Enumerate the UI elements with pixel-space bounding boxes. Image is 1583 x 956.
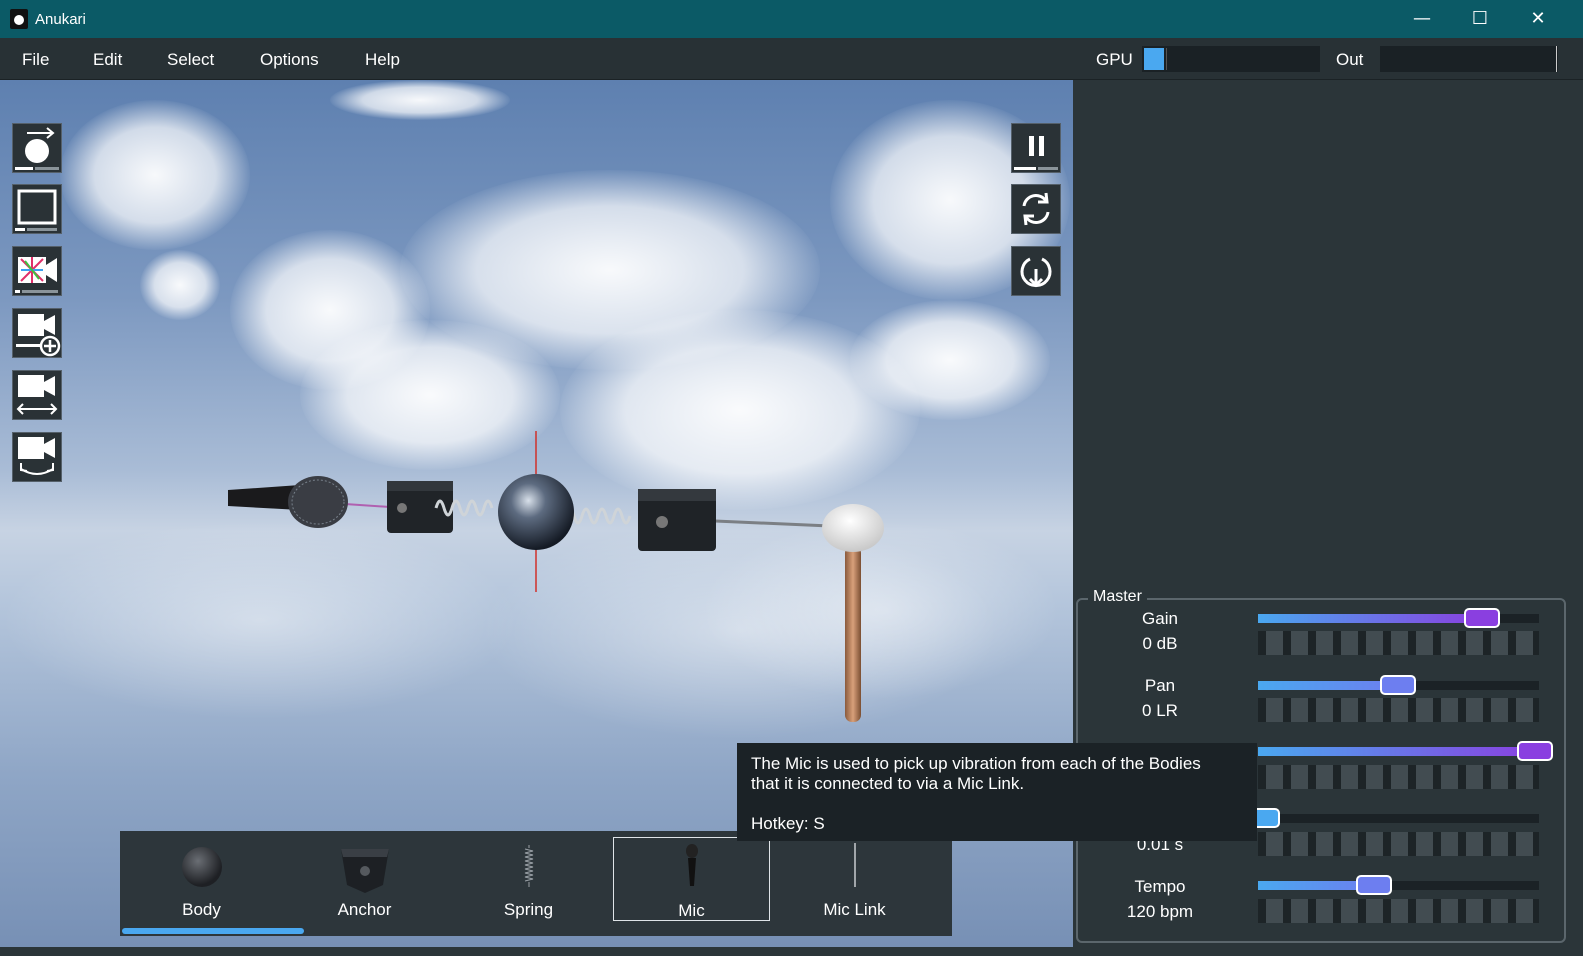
palette-label-spring: Spring <box>503 900 554 919</box>
reload-button[interactable] <box>1011 246 1061 296</box>
menu-edit[interactable]: Edit <box>93 50 122 70</box>
master-title: Master <box>1088 588 1147 606</box>
gpu-meter-label: GPU <box>1096 50 1133 69</box>
spring-icon <box>524 845 533 887</box>
palette-label-mic-link: Mic Link <box>823 900 886 919</box>
pan-value: 0 LR <box>1142 701 1178 720</box>
add-body-tool-button[interactable] <box>12 123 62 173</box>
pan-slider-thumb[interactable] <box>1380 675 1416 695</box>
select-box-icon <box>15 189 57 231</box>
menu-select[interactable]: Select <box>167 50 214 70</box>
param3-slider-thumb[interactable] <box>1517 741 1553 761</box>
palette-label-body: Body <box>182 900 221 919</box>
palette-item-mic-link[interactable]: Mic Link <box>776 837 933 921</box>
camera-add-icon <box>16 314 61 357</box>
tempo-slider-thumb[interactable] <box>1356 875 1392 895</box>
minimize-icon[interactable]: — <box>1393 0 1451 38</box>
anchor-icon <box>340 849 389 893</box>
window-title: Anukari <box>35 11 86 28</box>
gain-value: 0 dB <box>1142 634 1178 653</box>
select-box-tool-button[interactable] <box>12 184 62 234</box>
tempo-value: 120 bpm <box>1126 902 1194 921</box>
title-bar: Anukari — ☐ ✕ <box>0 0 1583 38</box>
camera-add-tool-button[interactable] <box>12 308 62 358</box>
tempo-slider[interactable] <box>1258 881 1539 890</box>
camera-rotate-tool-button[interactable] <box>12 432 62 482</box>
camera-pan-tool-button[interactable] <box>12 370 62 420</box>
palette-label-mic: Mic <box>678 901 705 920</box>
reset-icon <box>1022 192 1050 226</box>
camera-rotate-icon <box>18 437 55 475</box>
tooltip-line-2: that it is connected to via a Mic Link. <box>751 774 1025 793</box>
body-sphere-icon <box>181 847 222 887</box>
menu-help[interactable]: Help <box>365 50 400 70</box>
menu-bar: File Edit Select Options Help GPU Out <box>0 38 1583 80</box>
palette-item-spring[interactable]: Spring <box>450 837 607 921</box>
menu-file[interactable]: File <box>22 50 49 70</box>
param4-slider[interactable] <box>1258 814 1539 823</box>
camera-color-tool-button[interactable] <box>12 246 62 296</box>
add-body-icon <box>15 127 59 170</box>
reload-icon <box>1020 257 1052 288</box>
app-logo-icon <box>10 9 28 29</box>
gain-label: Gain <box>1142 609 1178 628</box>
palette-item-mic[interactable]: Mic <box>613 837 770 921</box>
palette-scrollbar[interactable] <box>122 928 304 934</box>
out-meter <box>1380 46 1558 72</box>
out-meter-label: Out <box>1336 50 1364 69</box>
pause-icon <box>1014 136 1058 170</box>
pan-modulation-row[interactable] <box>1258 698 1539 722</box>
entity-palette: Body Anchor Spring Mic Mic Link <box>120 831 952 936</box>
mic-icon <box>685 844 698 886</box>
palette-label-anchor: Anchor <box>337 900 392 919</box>
gpu-meter <box>1142 46 1320 72</box>
maximize-icon[interactable]: ☐ <box>1451 0 1509 38</box>
tempo-label: Tempo <box>1134 877 1186 896</box>
pause-button[interactable] <box>1011 123 1061 173</box>
camera-pan-icon <box>16 375 58 415</box>
tooltip-hotkey: Hotkey: S <box>751 814 825 833</box>
close-icon[interactable]: ✕ <box>1509 0 1567 38</box>
tempo-modulation-row[interactable] <box>1258 899 1539 923</box>
menu-options[interactable]: Options <box>260 50 319 70</box>
palette-item-body[interactable]: Body <box>123 837 280 921</box>
param4-modulation-row[interactable] <box>1258 832 1539 856</box>
pan-label: Pan <box>1144 676 1176 695</box>
mic-link-icon <box>853 843 856 887</box>
tooltip-line-1: The Mic is used to pick up vibration fro… <box>751 754 1201 773</box>
mic-tooltip: The Mic is used to pick up vibration fro… <box>737 743 1257 841</box>
palette-item-anchor[interactable]: Anchor <box>286 837 443 921</box>
gain-modulation-row[interactable] <box>1258 631 1539 655</box>
gain-slider-thumb[interactable] <box>1464 608 1500 628</box>
reset-simulation-button[interactable] <box>1011 184 1061 234</box>
param3-slider[interactable] <box>1258 747 1539 756</box>
param3-modulation-row[interactable] <box>1258 765 1539 789</box>
camera-color-icon <box>15 257 58 293</box>
